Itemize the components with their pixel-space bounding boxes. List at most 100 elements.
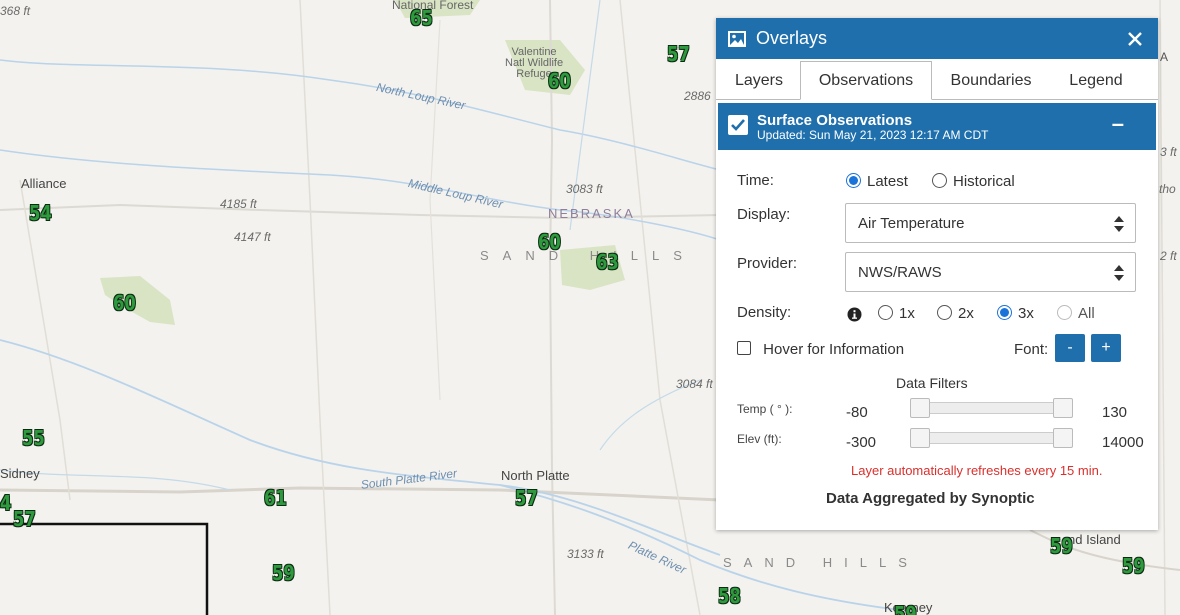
- font-increase-button[interactable]: +: [1091, 334, 1121, 362]
- map-label-city: Alliance: [21, 176, 67, 191]
- display-select-value: Air Temperature: [858, 215, 965, 232]
- map-label-elevation: 4147 ft: [234, 230, 271, 244]
- observation-marker[interactable]: 65: [410, 6, 433, 30]
- option-label: All: [1078, 305, 1095, 322]
- observation-marker[interactable]: 57: [13, 507, 36, 531]
- surface-observations-header[interactable]: Surface Observations Updated: Sun May 21…: [718, 103, 1156, 150]
- density-option-1x[interactable]: 1x: [878, 305, 915, 322]
- section-title: Surface Observations: [757, 112, 913, 129]
- display-label: Display:: [737, 206, 791, 223]
- temp-filter-label: Temp ( ° ):: [737, 402, 793, 416]
- observation-marker[interactable]: 4: [0, 491, 11, 515]
- font-decrease-button[interactable]: -: [1055, 334, 1085, 362]
- observation-marker[interactable]: 63: [596, 250, 619, 274]
- collapse-button[interactable]: –: [1112, 111, 1124, 137]
- data-filters-title: Data Filters: [896, 375, 968, 391]
- option-label: Historical: [953, 173, 1015, 190]
- overlays-panel: Overlays Layers Observations Boundaries …: [716, 18, 1158, 530]
- refresh-note: Layer automatically refreshes every 15 m…: [851, 463, 1103, 478]
- temp-filter-max: 130: [1102, 404, 1128, 421]
- display-select[interactable]: Air Temperature: [845, 203, 1136, 243]
- option-label: Latest: [867, 173, 908, 190]
- time-option-historical[interactable]: Historical: [932, 173, 1015, 190]
- hover-info-label: Hover for Information: [763, 341, 905, 358]
- observation-marker[interactable]: 60: [548, 69, 571, 93]
- map-label-region: SAND HILLS: [480, 248, 696, 263]
- temp-filter-min: -80: [846, 404, 868, 421]
- elev-filter-label: Elev (ft):: [737, 432, 782, 446]
- observation-marker[interactable]: 55: [22, 426, 45, 450]
- elev-slider-max-handle[interactable]: [1053, 428, 1073, 448]
- radio-icon: [878, 305, 893, 320]
- font-label: Font:: [1014, 341, 1049, 358]
- map-label-state: NEBRASKA: [548, 206, 635, 221]
- checkbox-icon: [737, 341, 751, 355]
- map-label-city: nd Island: [1068, 532, 1121, 547]
- map-label-fragment: 2 ft: [1160, 249, 1177, 263]
- observation-marker[interactable]: 57: [515, 486, 538, 510]
- radio-icon: [937, 305, 952, 320]
- option-label: 3x: [1018, 305, 1034, 322]
- map-label-elevation: 2886: [684, 89, 711, 103]
- observation-marker[interactable]: 57: [667, 42, 690, 66]
- observation-marker[interactable]: 60: [113, 291, 136, 315]
- map-label-region: SAND HILLS: [723, 555, 919, 570]
- panel-tabs: Layers Observations Boundaries Legend: [716, 59, 1158, 100]
- map-label-fragment: A: [1160, 50, 1169, 64]
- time-label: Time:: [737, 172, 774, 189]
- observation-marker[interactable]: 54: [29, 201, 52, 225]
- temp-slider-min-handle[interactable]: [910, 398, 930, 418]
- observation-settings: Time: Latest Historical Display: Air Tem…: [716, 150, 1158, 530]
- hover-info-toggle[interactable]: Hover for Information: [737, 341, 904, 358]
- map-label-elevation: 3084 ft: [676, 377, 713, 391]
- info-icon[interactable]: [847, 307, 862, 322]
- density-option-3x[interactable]: 3x: [997, 305, 1034, 322]
- observation-marker[interactable]: 59: [272, 561, 295, 585]
- radio-selected-icon: [846, 173, 861, 188]
- panel-title: Overlays: [756, 28, 828, 48]
- image-icon: [728, 30, 746, 47]
- panel-header: Overlays: [716, 18, 1158, 59]
- density-option-all[interactable]: All: [1057, 305, 1095, 322]
- option-label: 2x: [958, 305, 974, 322]
- close-icon[interactable]: [1128, 28, 1142, 50]
- tab-layers[interactable]: Layers: [724, 59, 794, 99]
- observation-marker[interactable]: 58: [718, 584, 741, 608]
- map-label-city: Sidney: [0, 466, 40, 481]
- map-label-elevation: 4185 ft: [220, 197, 257, 211]
- tab-boundaries[interactable]: Boundaries: [938, 59, 1044, 99]
- elev-filter-min: -300: [846, 434, 877, 451]
- provider-label: Provider:: [737, 255, 798, 272]
- radio-selected-icon: [997, 305, 1012, 320]
- tab-observations[interactable]: Observations: [800, 61, 932, 100]
- observation-marker[interactable]: 59: [1122, 554, 1145, 578]
- provider-select-value: NWS/RAWS: [858, 264, 942, 281]
- density-label: Density:: [737, 304, 792, 321]
- time-option-latest[interactable]: Latest: [846, 173, 908, 190]
- provider-select[interactable]: NWS/RAWS: [845, 252, 1136, 292]
- observation-marker[interactable]: 61: [264, 486, 287, 510]
- radio-icon: [1057, 305, 1072, 320]
- elev-slider-min-handle[interactable]: [910, 428, 930, 448]
- map-label-elevation: 3133 ft: [567, 547, 604, 561]
- section-updated: Updated: Sun May 21, 2023 12:17 AM CDT: [757, 128, 989, 142]
- map-label-fragment: tho: [1159, 182, 1176, 196]
- option-label: 1x: [899, 305, 915, 322]
- map-label-elevation: 368 ft: [0, 4, 31, 18]
- select-arrows-icon: [1114, 216, 1124, 232]
- tab-legend[interactable]: Legend: [1058, 59, 1134, 99]
- observation-marker[interactable]: 59: [894, 602, 917, 615]
- select-arrows-icon: [1114, 265, 1124, 281]
- layer-enabled-checkbox[interactable]: [728, 115, 748, 135]
- elev-filter-max: 14000: [1102, 434, 1144, 451]
- temp-slider-max-handle[interactable]: [1053, 398, 1073, 418]
- temp-slider-track[interactable]: [912, 402, 1072, 414]
- density-option-2x[interactable]: 2x: [937, 305, 974, 322]
- elev-slider-track[interactable]: [912, 432, 1072, 444]
- checkmark-icon: [731, 119, 745, 131]
- map-label-elevation: 3083 ft: [566, 182, 603, 196]
- radio-icon: [932, 173, 947, 188]
- observation-marker[interactable]: 60: [538, 230, 561, 254]
- map-label-fragment: 3 ft: [1160, 145, 1177, 159]
- observation-marker[interactable]: 59: [1050, 534, 1073, 558]
